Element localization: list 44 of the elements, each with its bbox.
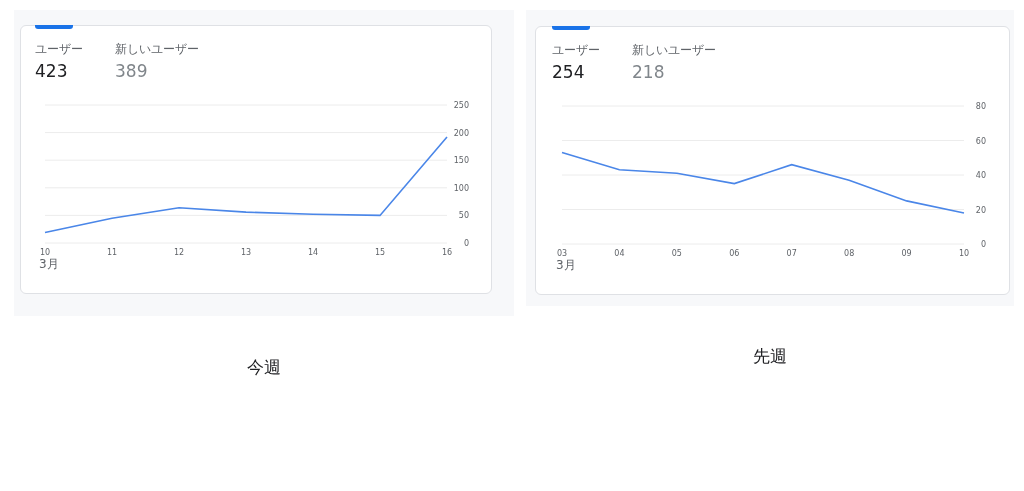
- y-tick-label: 20: [975, 205, 986, 215]
- metric-tab[interactable]: ユーザー 423: [35, 26, 83, 81]
- metric-value: 218: [632, 62, 666, 82]
- metric-tab[interactable]: 新しいユーザー 389: [115, 26, 199, 81]
- y-tick-label: 200: [453, 128, 469, 138]
- x-tick-label: 11: [106, 248, 118, 257]
- x-tick-label: 06: [729, 249, 740, 258]
- selection-indicator: [35, 25, 73, 29]
- y-tick-label: 0: [463, 239, 469, 248]
- month-label: 3月: [39, 257, 59, 271]
- x-tick-label: 14: [307, 248, 319, 257]
- selection-indicator: [552, 26, 590, 30]
- x-tick-label: 08: [844, 249, 855, 258]
- x-tick-label: 03: [556, 249, 568, 258]
- x-tick-label: 04: [614, 249, 625, 258]
- metric-label: 新しいユーザー: [632, 42, 716, 59]
- caption: 今週: [247, 356, 281, 379]
- x-tick-label: 05: [671, 249, 682, 258]
- metric-value: 254: [552, 62, 586, 82]
- x-tick-label: 12: [173, 248, 185, 257]
- metric-tab[interactable]: ユーザー 254: [552, 27, 600, 82]
- month-label: 3月: [556, 258, 576, 272]
- x-tick-label: 10: [39, 248, 51, 257]
- y-tick-label: 50: [458, 211, 469, 221]
- y-tick-label: 150: [453, 156, 469, 166]
- caption: 先週: [753, 345, 787, 368]
- x-tick-label: 16: [441, 248, 453, 257]
- metric-label: ユーザー: [35, 41, 83, 58]
- metric-tab[interactable]: 新しいユーザー 218: [632, 27, 716, 82]
- y-tick-label: 0: [980, 240, 986, 249]
- y-tick-label: 80: [975, 102, 986, 111]
- x-tick-label: 07: [786, 249, 797, 258]
- y-tick-label: 250: [453, 101, 469, 110]
- x-tick-label: 09: [901, 249, 912, 258]
- metric-label: 新しいユーザー: [115, 41, 199, 58]
- metric-label: ユーザー: [552, 42, 600, 59]
- x-tick-label: 13: [240, 248, 252, 257]
- x-tick-label: 10: [958, 249, 970, 258]
- y-tick-label: 100: [453, 183, 469, 193]
- y-tick-label: 60: [975, 136, 986, 146]
- metric-value: 389: [115, 61, 149, 81]
- metric-value: 423: [35, 61, 69, 81]
- x-tick-label: 15: [374, 248, 386, 257]
- y-tick-label: 40: [975, 171, 986, 180]
